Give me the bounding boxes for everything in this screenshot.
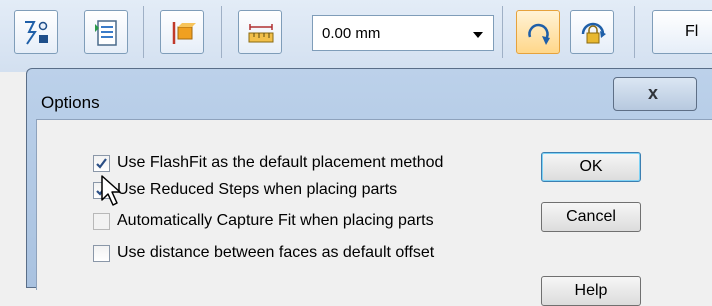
- truncated-toolbar-button[interactable]: Fl: [652, 10, 712, 54]
- cancel-button[interactable]: Cancel: [541, 202, 641, 232]
- toolbar-separator: [143, 6, 144, 58]
- ruler-icon: [248, 24, 274, 43]
- document-list-button[interactable]: [84, 10, 128, 54]
- lock-rotate-icon: [581, 22, 606, 44]
- lock-rotate-button[interactable]: [570, 10, 614, 54]
- face-part-button[interactable]: [160, 10, 204, 54]
- checkbox-checked[interactable]: [93, 155, 110, 172]
- ok-button[interactable]: OK: [541, 152, 641, 182]
- dialog-title: Options: [41, 93, 100, 112]
- toolbar-separator: [221, 6, 222, 58]
- face-part-icon: [172, 22, 196, 44]
- option-label: Use Reduced Steps when placing parts: [117, 181, 398, 198]
- chevron-down-icon[interactable]: [473, 32, 483, 38]
- checkbox-disabled[interactable]: [93, 213, 110, 230]
- offset-dropdown[interactable]: 0.00 mm: [312, 15, 494, 51]
- checkbox-unchecked[interactable]: [93, 245, 110, 262]
- options-dialog: Options x Use FlashFit as the default pl…: [26, 68, 712, 306]
- document-list-icon: [95, 20, 117, 46]
- rotate-arrow-icon: [528, 23, 550, 45]
- mouse-pointer-icon: [101, 175, 121, 206]
- truncated-button-label: Fl: [685, 23, 699, 40]
- option-label: Use FlashFit as the default placement me…: [117, 154, 444, 171]
- flashfit-button[interactable]: [14, 10, 58, 54]
- dialog-body: Use FlashFit as the default placement me…: [36, 119, 712, 306]
- flashfit-icon: [25, 21, 48, 45]
- help-button[interactable]: Help: [541, 276, 641, 306]
- measure-button[interactable]: [238, 10, 282, 54]
- toolbar-separator: [502, 6, 503, 58]
- close-button[interactable]: x: [613, 77, 697, 111]
- checkmark-icon: [96, 158, 107, 169]
- close-icon: x: [648, 83, 659, 103]
- option-label: Automatically Capture Fit when placing p…: [117, 212, 434, 229]
- offset-value: 0.00 mm: [322, 25, 381, 42]
- dialog-titlebar[interactable]: Options x: [27, 69, 712, 119]
- toolbar: 0.00 mm Fl: [0, 0, 712, 72]
- rotate-button[interactable]: [516, 10, 560, 54]
- toolbar-separator: [634, 6, 635, 58]
- option-label: Use distance between faces as default of…: [117, 244, 435, 261]
